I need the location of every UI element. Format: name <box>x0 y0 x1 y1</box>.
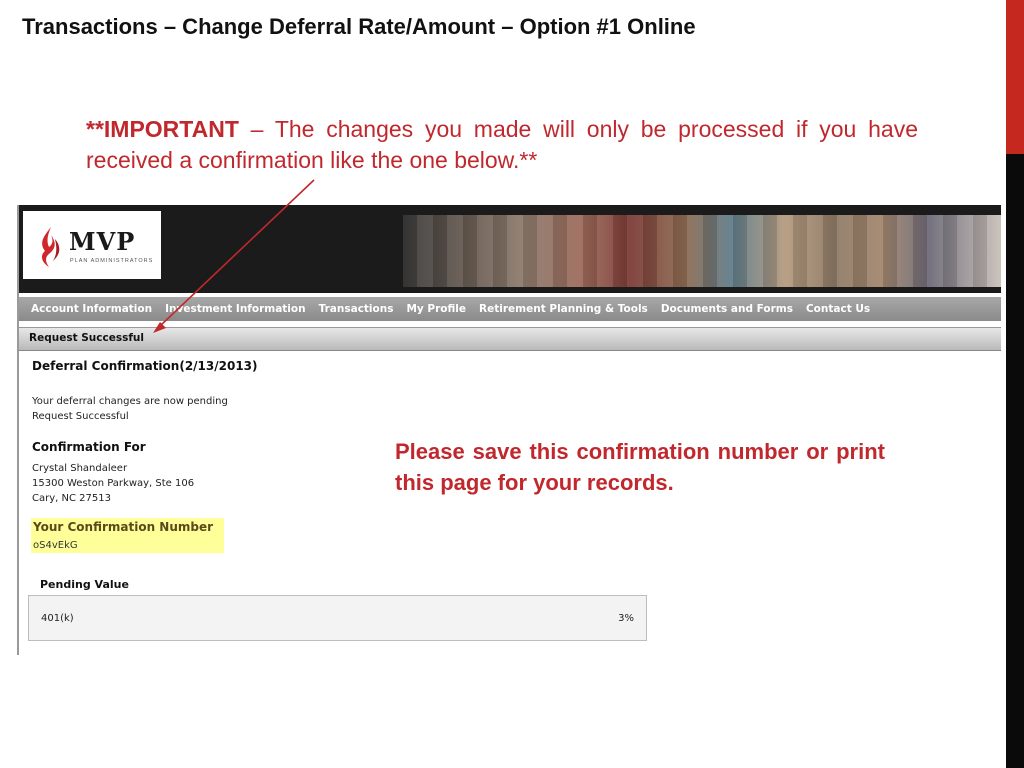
pointer-arrow <box>153 179 315 333</box>
